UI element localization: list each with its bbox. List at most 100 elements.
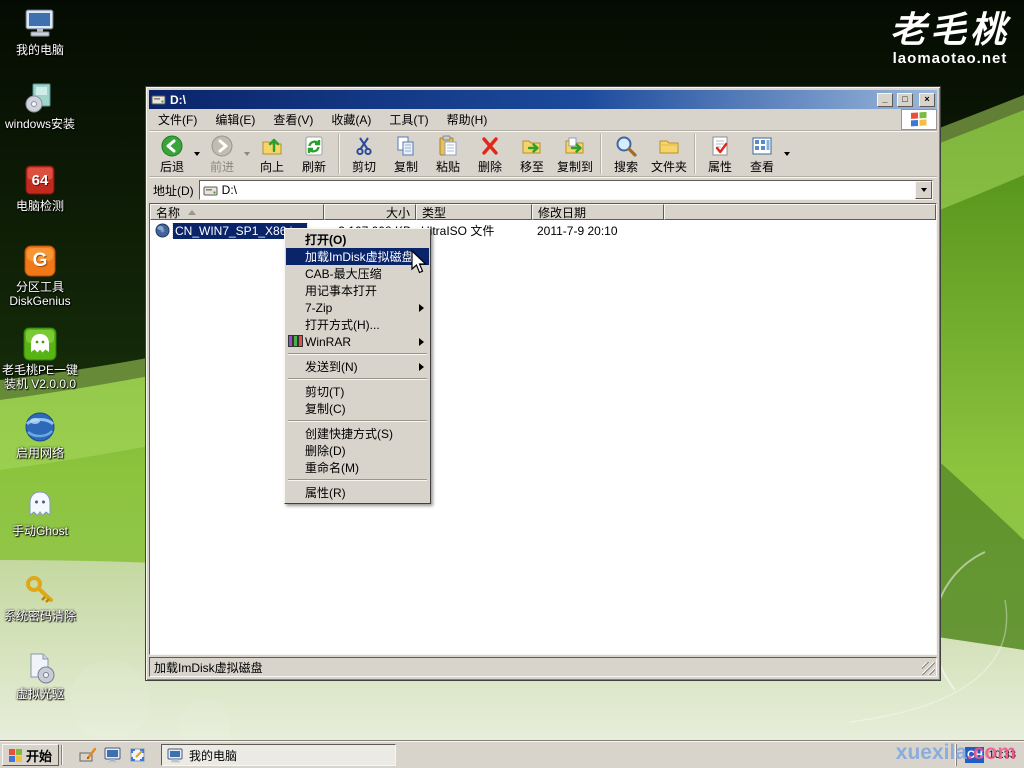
menu-file[interactable]: 文件(F): [149, 109, 206, 130]
copy-button[interactable]: 复制: [385, 133, 427, 175]
context-menu-item-delete[interactable]: 删除(D): [286, 442, 429, 459]
copy-to-icon: [563, 134, 587, 157]
copy-to-button[interactable]: 复制到: [553, 133, 597, 175]
desktop-icon-label: 老毛桃PE一键 装机 V2.0.0.0: [2, 364, 78, 392]
context-menu-item-send-to[interactable]: 发送到(N): [286, 358, 429, 375]
column-header-type[interactable]: 类型: [416, 204, 532, 220]
context-menu-item-rename[interactable]: 重命名(M): [286, 459, 429, 476]
desktop-icon-diskgenius[interactable]: G 分区工具 DiskGenius: [0, 243, 80, 309]
context-menu-item-open[interactable]: 打开(O): [286, 231, 429, 248]
desktop-icon-my-computer[interactable]: 我的电脑: [0, 6, 80, 58]
menu-favorites[interactable]: 收藏(A): [322, 109, 380, 130]
cut-button[interactable]: 剪切: [343, 133, 385, 175]
toolbar-separator: [600, 134, 602, 174]
context-menu-item-7zip[interactable]: 7-Zip: [286, 299, 429, 316]
menu-view[interactable]: 查看(V): [264, 109, 322, 130]
key-icon: [22, 572, 58, 608]
context-menu-item-create-shortcut[interactable]: 创建快捷方式(S): [286, 425, 429, 442]
forward-button[interactable]: 前进: [201, 133, 243, 175]
context-menu-item-mount-imdisk[interactable]: 加载ImDisk虚拟磁盘: [286, 248, 429, 265]
forward-dropdown-icon[interactable]: [244, 152, 250, 156]
quick-launch: [73, 744, 153, 766]
watermark-part2: .com: [967, 741, 1016, 764]
context-menu-item-open-with[interactable]: 打开方式(H)...: [286, 316, 429, 333]
maximize-button[interactable]: □: [897, 93, 913, 107]
folders-button[interactable]: 文件夹: [647, 133, 691, 175]
desktop-icon-manual-ghost[interactable]: 手动Ghost: [0, 487, 80, 539]
context-menu-item-cut[interactable]: 剪切(T): [286, 383, 429, 400]
resize-grip[interactable]: [922, 662, 935, 675]
context-menu: 打开(O) 加载ImDisk虚拟磁盘 CAB-最大压缩 用记事本打开 7-Zip…: [284, 228, 431, 504]
network-globe-icon: [22, 409, 58, 445]
desktop-icon-laomaotao-pe[interactable]: 老毛桃PE一键 装机 V2.0.0.0: [0, 326, 80, 392]
desktop-icon-password-clear[interactable]: 系统密码清除: [0, 572, 80, 624]
desktop-icon-windows-setup[interactable]: windows安装: [0, 80, 80, 132]
folders-icon: [657, 134, 681, 157]
desktop-icon-label: 手动Ghost: [12, 525, 68, 539]
menu-separator: [288, 420, 427, 422]
menu-help[interactable]: 帮助(H): [438, 109, 497, 130]
mouse-cursor-icon: [410, 250, 432, 276]
up-button[interactable]: 向上: [251, 133, 293, 175]
back-button[interactable]: 后退: [151, 133, 193, 175]
diskgenius-letter: G: [22, 243, 58, 279]
address-dropdown-button[interactable]: [915, 181, 932, 199]
context-menu-item-copy[interactable]: 复制(C): [286, 400, 429, 417]
context-menu-item-winrar[interactable]: WinRAR: [286, 333, 429, 350]
taskbar-task-my-computer[interactable]: 我的电脑: [161, 744, 396, 766]
desktop-icon-enable-network[interactable]: 启用网络: [0, 409, 80, 461]
menu-separator: [288, 378, 427, 380]
column-header-modified[interactable]: 修改日期: [532, 204, 664, 220]
file-row[interactable]: CN_WIN7_SP1_X86.iso 3,107,008 KB UltraIS…: [150, 222, 936, 239]
desktop-icon-label: 我的电脑: [16, 44, 64, 58]
search-button[interactable]: 搜索: [605, 133, 647, 175]
search-icon: [614, 134, 638, 157]
drive-icon: [151, 93, 166, 106]
context-menu-item-open-with-notepad[interactable]: 用记事本打开: [286, 282, 429, 299]
column-headers: 名称 大小 类型 修改日期: [150, 204, 936, 220]
close-button[interactable]: ×: [919, 93, 935, 107]
address-bar: 地址(D) D:\: [149, 177, 937, 202]
context-menu-item-properties[interactable]: 属性(R): [286, 484, 429, 501]
back-dropdown-icon[interactable]: [194, 152, 200, 156]
menu-separator: [288, 479, 427, 481]
properties-button[interactable]: 属性: [699, 133, 741, 175]
column-header-name[interactable]: 名称: [150, 204, 324, 220]
desktop-icon-pc-check[interactable]: 64 电脑检测: [0, 162, 80, 214]
views-button[interactable]: 查看: [741, 133, 783, 175]
brand-logo: 老毛桃 laomaotao.net: [890, 12, 1010, 67]
watermark: xuexila.com: [896, 741, 1016, 765]
desktop-icon-label: 电脑检测: [16, 200, 64, 214]
paste-button[interactable]: 粘贴: [427, 133, 469, 175]
title-bar[interactable]: D:\ _ □ ×: [149, 90, 937, 109]
menu-tools[interactable]: 工具(T): [380, 109, 437, 130]
desktop-icon-virtual-cdrom[interactable]: 虚拟光驱: [0, 650, 80, 702]
toolbar-separator: [338, 134, 340, 174]
delete-button[interactable]: 删除: [469, 133, 511, 175]
address-value: D:\: [222, 183, 237, 197]
column-header-size[interactable]: 大小: [324, 204, 416, 220]
desktop-icon-label: 系统密码清除: [4, 610, 76, 624]
column-header-blank: [664, 204, 936, 220]
show-desktop-icon[interactable]: [79, 747, 97, 763]
move-to-button[interactable]: 移至: [511, 133, 553, 175]
menu-edit[interactable]: 编辑(E): [206, 109, 264, 130]
virtual-cdrom-icon: [22, 650, 58, 686]
brand-title: 老毛桃: [890, 12, 1010, 48]
display-icon[interactable]: [104, 747, 122, 763]
views-dropdown-icon[interactable]: [784, 152, 790, 156]
brand-subtitle: laomaotao.net: [890, 50, 1010, 67]
context-menu-item-cab-compress[interactable]: CAB-最大压缩: [286, 265, 429, 282]
start-flag-icon: [9, 749, 22, 762]
file-list[interactable]: CN_WIN7_SP1_X86.iso 3,107,008 KB UltraIS…: [150, 220, 936, 654]
start-button[interactable]: 开始: [2, 744, 59, 766]
submenu-arrow-icon: [419, 363, 424, 371]
taskbar-separator: [61, 745, 63, 765]
iso-file-icon: [155, 223, 170, 238]
address-input[interactable]: D:\: [199, 180, 933, 200]
laomaotao-pe-icon: [22, 326, 58, 362]
up-icon: [260, 134, 284, 157]
minimize-button[interactable]: _: [877, 93, 893, 107]
screen-settings-icon[interactable]: [129, 747, 147, 763]
refresh-button[interactable]: 刷新: [293, 133, 335, 175]
